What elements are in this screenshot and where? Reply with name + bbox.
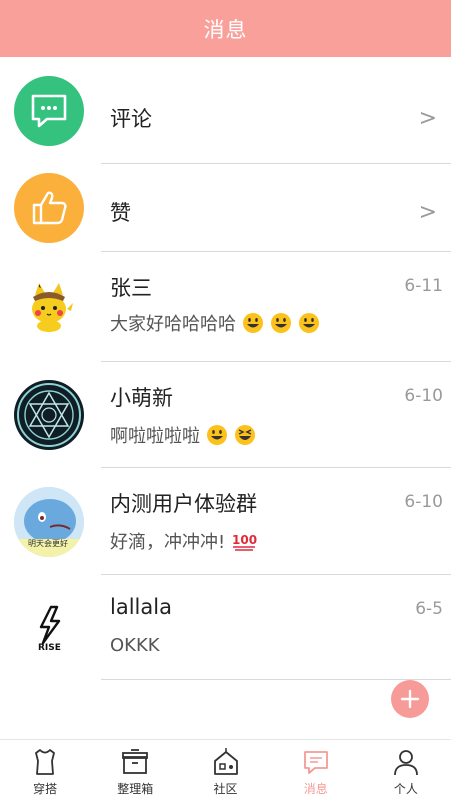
- comments-label: 评论: [110, 107, 152, 131]
- chat-preview: OKKK: [110, 635, 160, 656]
- avatar: 明天会更好: [14, 487, 84, 557]
- tab-outfit[interactable]: 穿搭: [0, 740, 90, 801]
- page-header: 消息: [0, 0, 451, 57]
- chat-row[interactable]: 小萌新 6-10 啊啦啦啦啦: [0, 362, 451, 468]
- tab-label: 消息: [303, 782, 328, 796]
- laughing-emoji-icon: [235, 425, 255, 445]
- hundred-points-emoji-icon: 100: [232, 533, 257, 551]
- shirt-icon: [35, 749, 55, 775]
- smile-emoji-icon: [207, 425, 227, 445]
- avatar: [14, 380, 84, 450]
- chat-row[interactable]: 明天会更好 内测用户体验群 6-10 好滴，冲冲冲! 100: [0, 468, 451, 575]
- box-icon: [122, 749, 149, 774]
- comments-row[interactable]: 评论 >: [0, 57, 451, 164]
- add-button[interactable]: [391, 680, 429, 718]
- tab-label: 个人: [393, 782, 418, 796]
- house-icon: [213, 748, 238, 775]
- smile-emoji-icon: [271, 313, 291, 333]
- tab-label: 整理箱: [117, 782, 154, 796]
- chat-name: 小萌新: [110, 386, 173, 410]
- chat-message: 啊啦啦啦啦: [110, 426, 200, 447]
- chat-time: 6-11: [404, 276, 443, 296]
- chat-time: 6-10: [404, 492, 443, 512]
- chat-name: lallala: [110, 595, 172, 619]
- smile-emoji-icon: [299, 313, 319, 333]
- tab-messages[interactable]: 消息: [271, 740, 361, 801]
- chat-name: 张三: [110, 276, 152, 300]
- chat-name: 内测用户体验群: [110, 492, 257, 516]
- message-list: 评论 > 赞 > 张三 6-11 大家好哈哈哈哈 小萌新 6-10 啊啦啦啦啦 …: [0, 57, 451, 680]
- tab-label: 社区: [213, 782, 238, 796]
- chevron-right-icon: >: [418, 200, 437, 225]
- chevron-right-icon: >: [418, 106, 437, 131]
- divider: [101, 679, 451, 680]
- tab-label: 穿搭: [33, 782, 58, 796]
- avatar: [14, 272, 84, 342]
- svg-text:100: 100: [232, 533, 257, 547]
- avatar-caption: RISE: [38, 643, 61, 653]
- avatar-caption: 明天会更好: [28, 539, 68, 548]
- chat-row[interactable]: RISE lallala 6-5 OKKK: [0, 575, 451, 680]
- chat-preview: 好滴，冲冲冲! 100: [110, 528, 257, 554]
- likes-row[interactable]: 赞 >: [0, 164, 451, 252]
- comment-icon: [14, 76, 84, 146]
- avatar: RISE: [14, 595, 84, 665]
- chat-message: 大家好哈哈哈哈: [110, 314, 236, 335]
- chat-time: 6-5: [415, 599, 443, 619]
- smile-emoji-icon: [243, 313, 263, 333]
- chat-message: 好滴，冲冲冲!: [110, 532, 226, 553]
- tab-community[interactable]: 社区: [180, 740, 270, 801]
- chat-time: 6-10: [404, 386, 443, 406]
- chat-preview: 啊啦啦啦啦: [110, 422, 256, 448]
- chat-preview: 大家好哈哈哈哈: [110, 310, 320, 336]
- message-icon: [303, 751, 328, 774]
- person-icon: [394, 750, 418, 776]
- bottom-tab-bar: 穿搭 整理箱 社区 消息 个人: [0, 739, 451, 801]
- tab-wardrobe[interactable]: 整理箱: [90, 740, 180, 801]
- chat-message: OKKK: [110, 635, 160, 656]
- likes-label: 赞: [110, 201, 131, 225]
- thumbs-up-icon: [14, 173, 84, 243]
- tab-profile[interactable]: 个人: [361, 740, 451, 801]
- chat-row[interactable]: 张三 6-11 大家好哈哈哈哈: [0, 252, 451, 362]
- page-title: 消息: [203, 17, 248, 42]
- plus-icon: [400, 689, 420, 709]
